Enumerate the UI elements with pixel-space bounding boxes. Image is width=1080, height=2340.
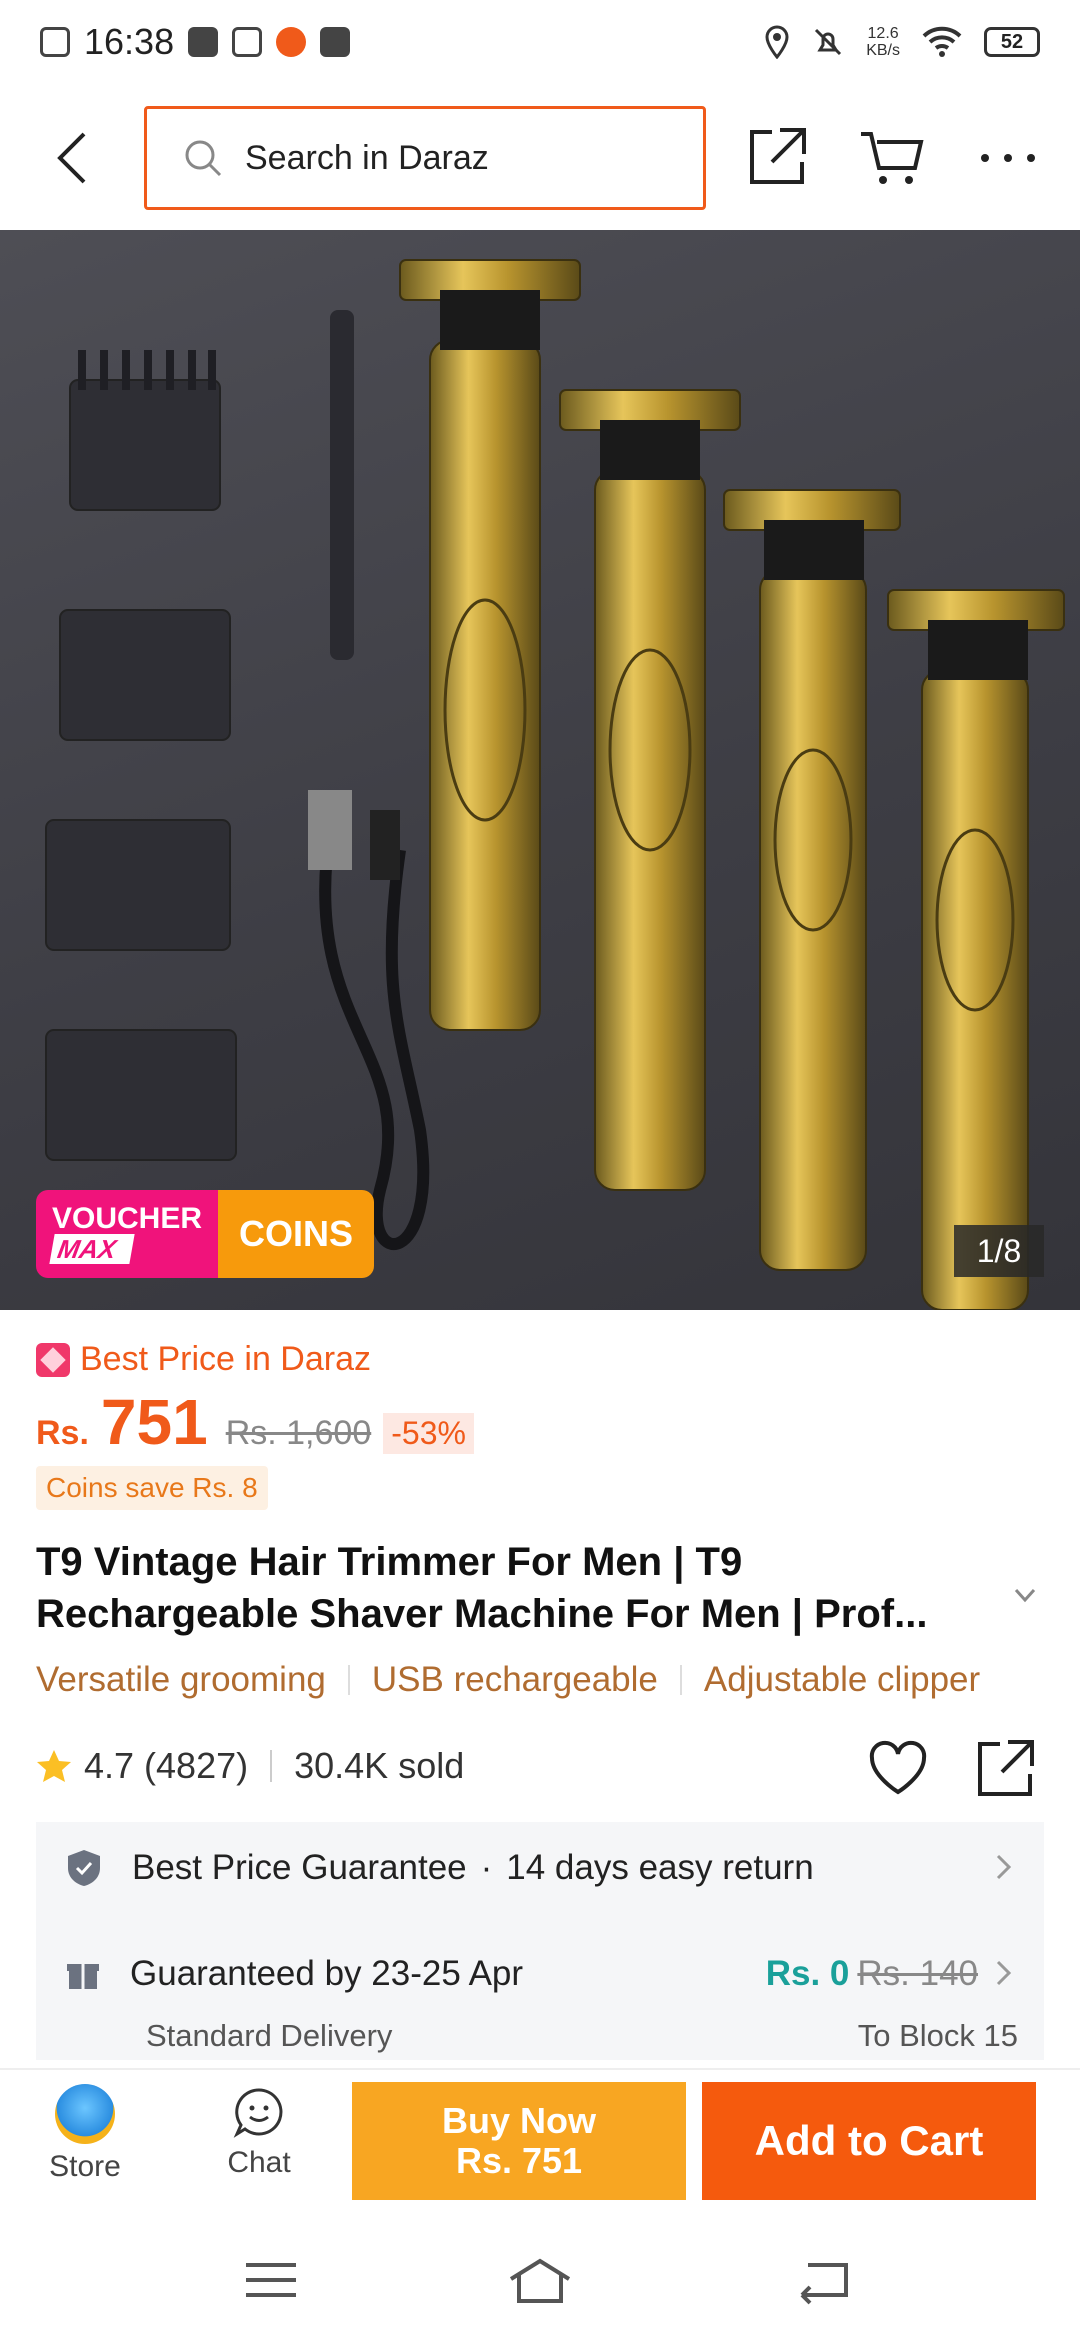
mute-icon [815,28,842,56]
more-icon[interactable] [973,122,1043,192]
cart-icon[interactable] [857,122,927,192]
search-input[interactable]: Search in Daraz [144,106,706,210]
current-price: 751 [100,1386,208,1458]
back-icon[interactable] [788,2255,858,2305]
tag-item: USB rechargeable [371,1660,658,1699]
chevron-right-icon [996,1854,1012,1880]
store-icon [55,2084,115,2144]
system-nav-bar [0,2210,1080,2340]
delivery-type: Standard Delivery [146,2018,393,2053]
best-price-banner: Best Price in Daraz [36,1340,371,1379]
share-icon[interactable] [974,1736,1038,1800]
message-icon [188,27,219,57]
voucher-max-label: MAX [49,1234,135,1264]
status-time: 16:38 [84,21,175,62]
tag-divider [679,1665,682,1695]
best-price-label: Best Price in Daraz [80,1340,371,1378]
back-arrow-icon[interactable] [50,128,100,188]
network-speed: 12.6 KB/s [866,25,900,59]
rating-count: (4827) [144,1745,249,1786]
wifi-icon [922,26,962,57]
status-bar: 16:38 12.6 KB/s 52 [0,0,1080,84]
price-currency: Rs. [36,1414,89,1452]
heart-icon[interactable] [866,1736,930,1800]
product-image-gallery[interactable]: VOUCHER MAX COINS 1/8 [0,230,1080,1310]
delivery-price: Rs. 0 [765,1954,850,1993]
tag-divider [347,1665,350,1695]
menu-icon[interactable] [236,2255,306,2305]
image-counter: 1/8 [954,1225,1044,1277]
voucher-label: VOUCHER [52,1202,203,1235]
chat-button[interactable]: Chat [194,2084,324,2180]
product-photo [45,259,1065,1310]
bottom-action-bar: Store Chat Buy Now Rs. 751 Add to Cart [0,2068,1080,2208]
delivery-row[interactable]: Guaranteed by 23-25 Apr [66,1954,523,1994]
discount-badge: -53% [383,1413,474,1454]
service-info-card[interactable]: Best Price Guarantee · 14 days easy retu… [36,1822,1044,2060]
guarantee-row[interactable]: Best Price Guarantee · 14 days easy retu… [66,1848,814,1888]
delivery-fee: Rs. 0 Rs. 140 [766,1954,978,1994]
return-policy-label: 14 days easy return [506,1848,814,1887]
chat-icon [233,2088,283,2138]
chevron-right-icon [996,1960,1012,1986]
app-notification-icon [276,27,307,57]
buy-now-price: Rs. 751 [455,2140,583,2181]
chat-label: Chat [227,2146,291,2179]
top-header: Search in Daraz [0,92,1080,224]
buy-now-button[interactable]: Buy Now Rs. 751 [352,2082,686,2200]
rating-divider [270,1750,273,1782]
shield-icon [68,1850,100,1886]
youtube-icon [320,27,351,57]
coins-label: COINS [218,1190,374,1278]
search-placeholder: Search in Daraz [245,138,489,177]
store-button[interactable]: Store [20,2084,150,2184]
dot-separator: · [480,1848,493,1887]
tag-item: Adjustable clipper [703,1660,981,1699]
price-row: Rs. 751 Rs. 1,600 -53% [36,1385,474,1459]
guarantee-label: Best Price Guarantee [132,1848,467,1887]
share-icon[interactable] [742,122,812,192]
delivery-guarantee-label: Guaranteed by 23-25 Apr [130,1954,524,1993]
coins-save-badge: Coins save Rs. 8 [36,1466,268,1510]
best-price-icon [36,1342,70,1377]
home-icon[interactable] [505,2255,575,2305]
rating-row[interactable]: 4.7 (4827) 30.4K sold [36,1745,464,1787]
gift-icon [67,1964,99,1989]
original-price: Rs. 1,600 [225,1414,372,1452]
chevron-down-icon[interactable] [1010,1580,1040,1610]
gmail-icon [232,27,263,57]
rating-value: 4.7 [84,1745,135,1786]
store-label: Store [49,2150,121,2183]
delivery-price-old: Rs. 140 [857,1954,978,1993]
sold-count: 30.4K sold [294,1745,465,1786]
voucher-max-coins-badge[interactable]: VOUCHER MAX COINS [36,1190,374,1278]
battery-indicator: 52 [984,27,1040,57]
product-title[interactable]: T9 Vintage Hair Trimmer For Men | T9 Rec… [36,1536,996,1640]
add-to-cart-button[interactable]: Add to Cart [702,2082,1036,2200]
screenshot-icon [40,27,70,57]
delivery-location: To Block 15 [857,2018,1018,2053]
tag-item: Versatile grooming [36,1660,326,1699]
location-icon [765,25,789,59]
search-icon [185,140,222,177]
product-tags: Versatile grooming USB rechargeable Adju… [36,1660,1080,1700]
star-icon [37,1750,71,1782]
buy-now-label: Buy Now [441,2100,596,2141]
